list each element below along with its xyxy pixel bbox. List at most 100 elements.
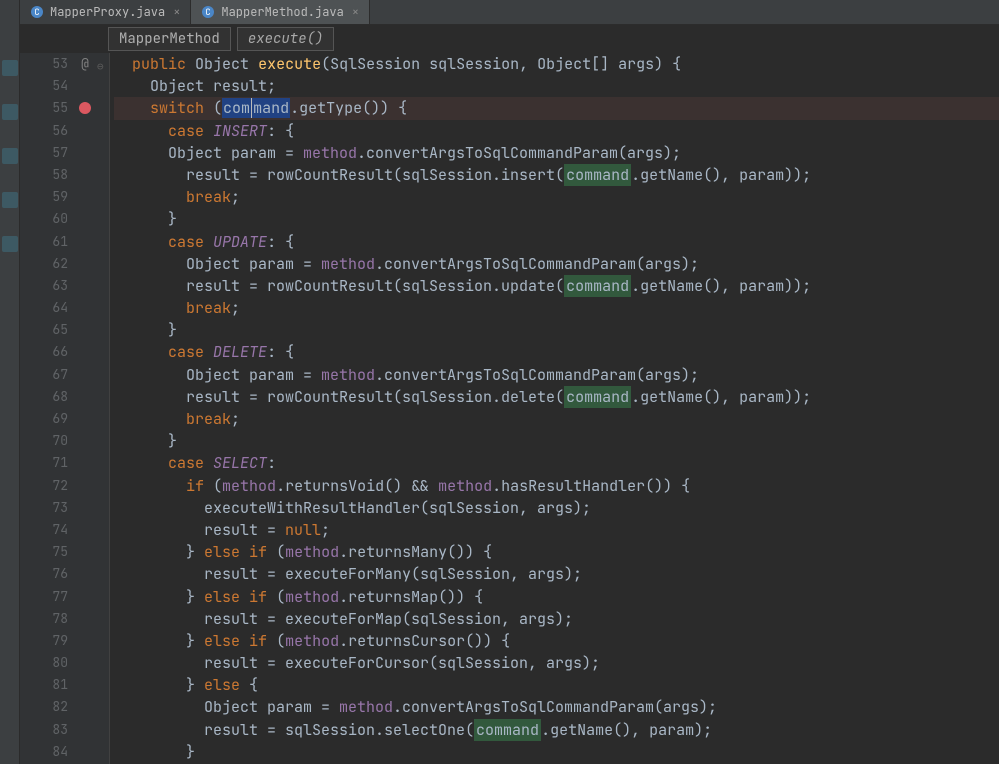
code-line[interactable]: result = null; [114,519,999,541]
breakpoint-cell[interactable] [76,142,94,164]
code-token: Object [150,76,204,96]
code-token: method [285,631,339,651]
breakpoint-cell[interactable] [76,452,94,474]
breakpoint-cell[interactable] [76,497,94,519]
code-line[interactable]: Object param = method.convertArgsToSqlCo… [114,142,999,164]
breakpoint-cell[interactable] [76,164,94,186]
breakpoint-cell[interactable] [76,475,94,497]
code-token: null [285,520,321,540]
sidebar-marker [2,236,18,252]
breakpoint-cell[interactable] [76,297,94,319]
code-token: .returnsMap()) { [339,587,483,607]
code-line[interactable]: } [114,208,999,230]
code-token: .getName(), param)); [631,276,811,296]
close-icon[interactable]: × [352,4,359,20]
code-line[interactable]: case INSERT: { [114,120,999,142]
breadcrumb-method[interactable]: execute() [237,27,335,51]
breakpoint-cell[interactable] [76,208,94,230]
breakpoint-cell[interactable] [76,586,94,608]
breakpoint-cell[interactable] [76,319,94,341]
code-line[interactable]: break; [114,297,999,319]
breakpoint-cell[interactable] [76,186,94,208]
breakpoint-cell[interactable] [76,696,94,718]
code-line[interactable]: break; [114,408,999,430]
code-line[interactable]: result = rowCountResult(sqlSession.updat… [114,275,999,297]
tab-mappermethod[interactable]: C MapperMethod.java × [191,0,370,24]
breakpoint-cell[interactable] [76,231,94,253]
code-line[interactable]: Object param = method.convertArgsToSqlCo… [114,364,999,386]
breakpoint-cell[interactable] [76,253,94,275]
breakpoint-cell[interactable] [76,563,94,585]
code-line[interactable]: } [114,319,999,341]
fold-gutter[interactable]: ⊖ [94,53,110,764]
code-line[interactable]: result = executeForMany(sqlSession, args… [114,563,999,585]
close-icon[interactable]: × [173,4,180,20]
code-editor[interactable]: 5354555657585960616263646566676869707172… [20,53,999,764]
code-token: .convertArgsToSqlCommandParam(args); [357,143,681,163]
code-line[interactable]: break; [114,186,999,208]
code-line[interactable]: case DELETE: { [114,341,999,363]
line-number: 58 [20,164,68,186]
code-line[interactable]: Object param = method.convertArgsToSqlCo… [114,253,999,275]
sidebar-marker [2,192,18,208]
code-line[interactable]: result = sqlSession.selectOne(command.ge… [114,719,999,741]
line-number: 72 [20,475,68,497]
code-line[interactable]: } else if (method.returnsMany()) { [114,541,999,563]
breakpoint-cell[interactable] [76,341,94,363]
code-line[interactable]: } [114,741,999,763]
breakpoint-cell[interactable] [76,519,94,541]
code-line[interactable]: } [114,430,999,452]
code-line[interactable]: if (method.returnsVoid() && method.hasRe… [114,475,999,497]
breakpoint-cell[interactable] [76,541,94,563]
code-line[interactable]: Object result; [114,75,999,97]
breakpoint-cell[interactable] [76,364,94,386]
breakpoint-cell[interactable] [76,75,94,97]
code-token: (SqlSession sqlSession, Object[] args) { [321,54,681,74]
code-token: .convertArgsToSqlCommandParam(args); [393,697,717,717]
code-line[interactable]: } else if (method.returnsCursor()) { [114,630,999,652]
code-area[interactable]: public Object execute(SqlSession sqlSess… [110,53,999,764]
breakpoint-cell[interactable]: @ [76,53,94,75]
breakpoint-cell[interactable] [76,97,94,119]
code-line[interactable]: result = rowCountResult(sqlSession.inser… [114,164,999,186]
tab-mapperproxy[interactable]: C MapperProxy.java × [20,0,191,24]
code-line[interactable]: result = executeForCursor(sqlSession, ar… [114,652,999,674]
code-token: method [303,143,357,163]
code-token: Object param = [186,365,321,385]
code-line[interactable]: } else if (method.returnsMap()) { [114,586,999,608]
line-number: 82 [20,696,68,718]
code-line[interactable]: result = rowCountResult(sqlSession.delet… [114,386,999,408]
code-token: switch [150,98,204,118]
line-number: 77 [20,586,68,608]
breakpoint-cell[interactable] [76,120,94,142]
line-number: 75 [20,541,68,563]
sidebar-marker [2,148,18,164]
code-token: method [285,587,339,607]
code-line[interactable]: result = executeForMap(sqlSession, args)… [114,608,999,630]
code-line[interactable]: case SELECT: [114,452,999,474]
code-line[interactable]: Object param = method.convertArgsToSqlCo… [114,696,999,718]
code-line[interactable]: executeWithResultHandler(sqlSession, arg… [114,497,999,519]
code-line[interactable]: public Object execute(SqlSession sqlSess… [114,53,999,75]
breakpoint-cell[interactable] [76,275,94,297]
line-number: 59 [20,186,68,208]
breakpoint-cell[interactable] [76,630,94,652]
code-line[interactable]: switch (command.getType()) { [114,97,999,119]
breakpoint-cell[interactable] [76,719,94,741]
breakpoint-cell[interactable] [76,386,94,408]
code-line[interactable]: case UPDATE: { [114,231,999,253]
code-token: .returnsVoid() && [276,476,438,496]
breakpoint-cell[interactable] [76,408,94,430]
breakpoint-gutter[interactable]: @ [76,53,94,764]
code-line[interactable]: } else { [114,674,999,696]
breadcrumb-class[interactable]: MapperMethod [108,27,231,51]
breakpoint-cell[interactable] [76,430,94,452]
breakpoint-cell[interactable] [76,741,94,763]
fold-icon[interactable]: ⊖ [97,56,104,78]
code-token: sqlSession.selectOne( [285,720,474,740]
code-token: method [321,254,375,274]
breakpoint-cell[interactable] [76,652,94,674]
breakpoint-cell[interactable] [76,608,94,630]
breakpoint-cell[interactable] [76,674,94,696]
breakpoint-icon[interactable] [79,102,91,114]
